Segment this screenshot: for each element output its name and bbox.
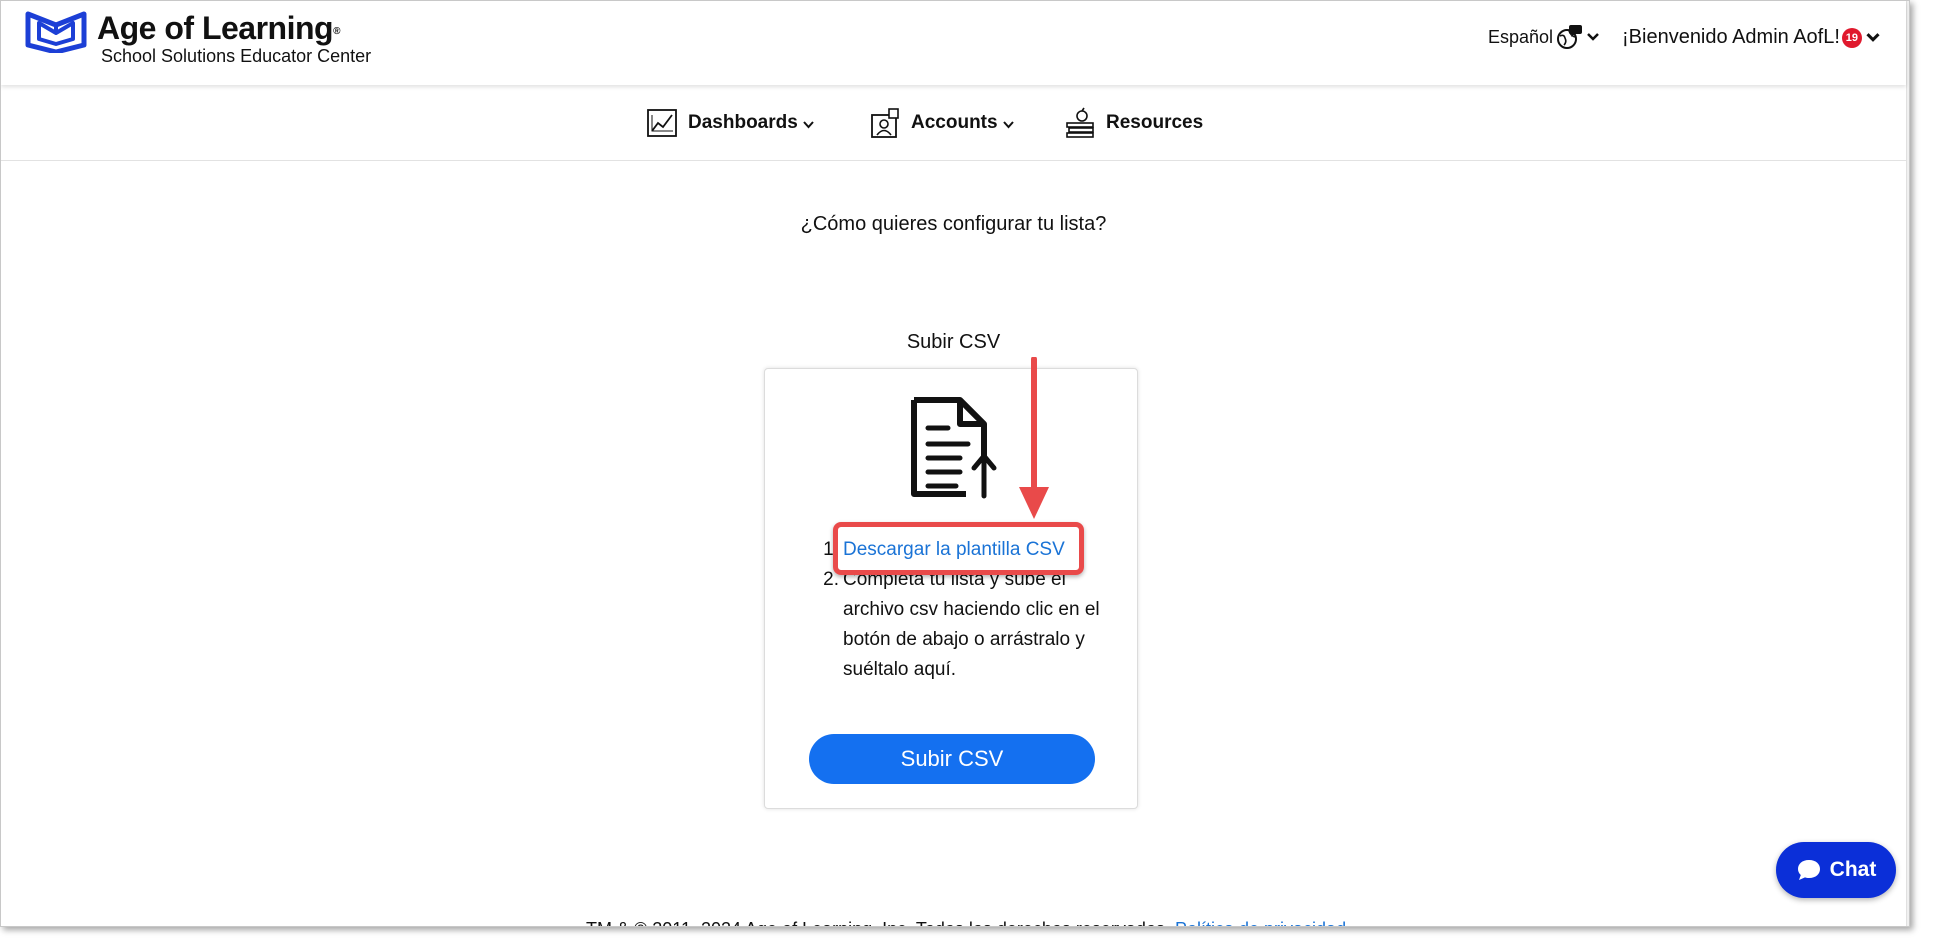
globe-chat-icon — [1557, 25, 1583, 49]
chart-icon — [647, 109, 677, 137]
book-logo-icon — [25, 11, 87, 53]
step-text: Completa tu lista y sube el archivo csv … — [843, 569, 1100, 680]
brand-title: Age of Learning — [97, 10, 334, 46]
language-selector[interactable]: Español — [1488, 23, 1600, 51]
welcome-text: ¡Bienvenido Admin AofL! — [1622, 26, 1840, 48]
chevron-down-icon — [1002, 120, 1014, 128]
csv-card-title: Subir CSV — [906, 331, 1001, 353]
nav-label-accounts: Accounts — [911, 112, 998, 133]
copyright-text: TM & © 2011–2024 Age of Learning, Inc. T… — [586, 919, 1170, 926]
chevron-down-icon — [1587, 33, 1599, 41]
chat-bubble-icon — [1797, 860, 1820, 880]
highlight-box — [833, 522, 1084, 575]
registered-mark: ® — [333, 26, 340, 37]
nav-item-accounts[interactable]: Accounts — [869, 107, 1014, 139]
privacy-link[interactable]: Política de privacidad — [1175, 919, 1346, 926]
footer: TM & © 2011–2024 Age of Learning, Inc. T… — [586, 919, 1346, 926]
csv-upload-card[interactable]: 1. Descargar la plantilla CSV 2. Complet… — [764, 368, 1138, 809]
brand-subtitle: School Solutions Educator Center — [101, 46, 372, 66]
vertical-scrollbar[interactable] — [1906, 1, 1909, 926]
nav-item-resources[interactable]: Resources — [1064, 107, 1203, 139]
chevron-down-icon — [1866, 33, 1880, 42]
books-apple-icon — [1066, 107, 1094, 138]
arrow-down-icon — [1019, 357, 1049, 519]
step-2: 2. Completa tu lista y sube el archivo c… — [819, 565, 1119, 685]
notification-badge: 19 — [1841, 27, 1862, 48]
step-number: 2. — [823, 569, 839, 590]
nav-label-dashboards: Dashboards — [688, 112, 798, 133]
chat-label: Chat — [1829, 858, 1877, 881]
nav-label-resources: Resources — [1106, 112, 1204, 133]
nav-item-dashboards[interactable]: Dashboards — [646, 107, 814, 139]
main-nav: Dashboards Accounts Resources — [1, 85, 1906, 161]
chevron-down-icon — [803, 120, 814, 128]
top-header: Age of Learning® School Solutions Educat… — [1, 1, 1906, 85]
browser-window: Age of Learning® School Solutions Educat… — [0, 0, 1910, 927]
upload-csv-button[interactable]: Subir CSV — [809, 734, 1095, 784]
chat-button[interactable]: Chat — [1776, 842, 1896, 898]
accounts-icon — [871, 108, 899, 138]
user-menu[interactable]: ¡Bienvenido Admin AofL! 19 — [1622, 26, 1881, 49]
document-upload-icon — [911, 397, 997, 499]
language-label: Español — [1488, 26, 1554, 47]
brand-logo[interactable]: Age of Learning® School Solutions Educat… — [25, 11, 371, 67]
setup-question: ¿Cómo quieres configurar tu lista? — [800, 213, 1107, 235]
